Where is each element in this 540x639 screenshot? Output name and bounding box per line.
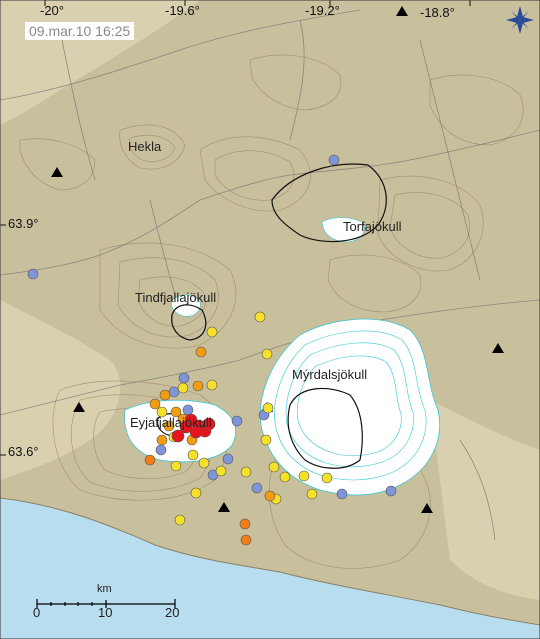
timestamp-label: 09.mar.10 16:25 [25, 22, 135, 40]
earthquake-dot-icon [168, 386, 180, 398]
earthquake-dot-icon [155, 444, 167, 456]
earthquake-dot-icon [328, 154, 340, 166]
earthquake-dot-icon [156, 434, 168, 446]
earthquake-dot-icon [187, 449, 199, 461]
scale-tick-label: 0 [33, 605, 41, 620]
longitude-label: -18.8° [420, 5, 455, 20]
earthquake-dot-icon [336, 488, 348, 500]
earthquake-dot-icon [159, 389, 171, 401]
earthquake-dot-icon [177, 382, 189, 394]
earthquake-dot-icon [261, 348, 273, 360]
earthquake-dot-icon [321, 472, 333, 484]
earthquake-dot-icon [171, 429, 185, 443]
longitude-label: -20° [40, 3, 64, 18]
place-name-torfajokull: Torfajökull [343, 219, 402, 234]
earthquake-dot-icon [239, 518, 251, 530]
earthquake-dot-icon [240, 466, 252, 478]
scale-tick-label: 10 [98, 605, 113, 620]
earthquake-dot-icon [231, 415, 243, 427]
earthquake-dot-icon [190, 487, 202, 499]
earthquake-dot-icon [178, 372, 190, 384]
earthquake-dot-icon [268, 461, 280, 473]
earthquake-dot-icon [262, 402, 274, 414]
earthquake-dot-icon [264, 490, 276, 502]
place-name-eyjafjallajokull: Eyjafjallajökull [130, 415, 212, 430]
scale-unit-label: km [97, 583, 112, 595]
place-name-tindfjallajokull: Tindfjallajökull [135, 290, 217, 305]
earthquake-dot-icon [198, 457, 210, 469]
place-name-hekla: Hekla [128, 139, 162, 154]
earthquake-dot-icon [298, 470, 310, 482]
earthquake-dot-icon [385, 485, 397, 497]
earthquake-dot-icon [206, 326, 218, 338]
earthquake-dot-icon [260, 434, 272, 446]
earthquake-dot-icon [182, 404, 194, 416]
earthquake-dot-icon [195, 346, 207, 358]
earthquake-dot-icon [27, 268, 39, 280]
earthquake-dot-icon [170, 460, 182, 472]
latitude-label: 63.6° [8, 444, 39, 459]
earthquake-dot-icon [206, 379, 218, 391]
earthquake-dot-icon [240, 534, 252, 546]
longitude-label: -19.2° [305, 3, 340, 18]
earthquake-dot-icon [144, 454, 156, 466]
earthquake-dot-icon [215, 465, 227, 477]
earthquake-dot-icon [192, 380, 204, 392]
earthquake-map [0, 0, 540, 639]
earthquake-dot-icon [306, 488, 318, 500]
earthquake-dot-icon [254, 311, 266, 323]
earthquake-dot-icon [174, 514, 186, 526]
earthquake-dot-icon [279, 471, 291, 483]
earthquake-dot-icon [149, 398, 161, 410]
place-name-myrdalsjokull: Mýrdalsjökull [292, 367, 368, 382]
earthquake-dot-icon [222, 453, 234, 465]
scale-tick-label: 20 [165, 605, 180, 620]
latitude-label: 63.9° [8, 216, 39, 231]
longitude-label: -19.6° [165, 3, 200, 18]
earthquake-dot-icon [251, 482, 263, 494]
